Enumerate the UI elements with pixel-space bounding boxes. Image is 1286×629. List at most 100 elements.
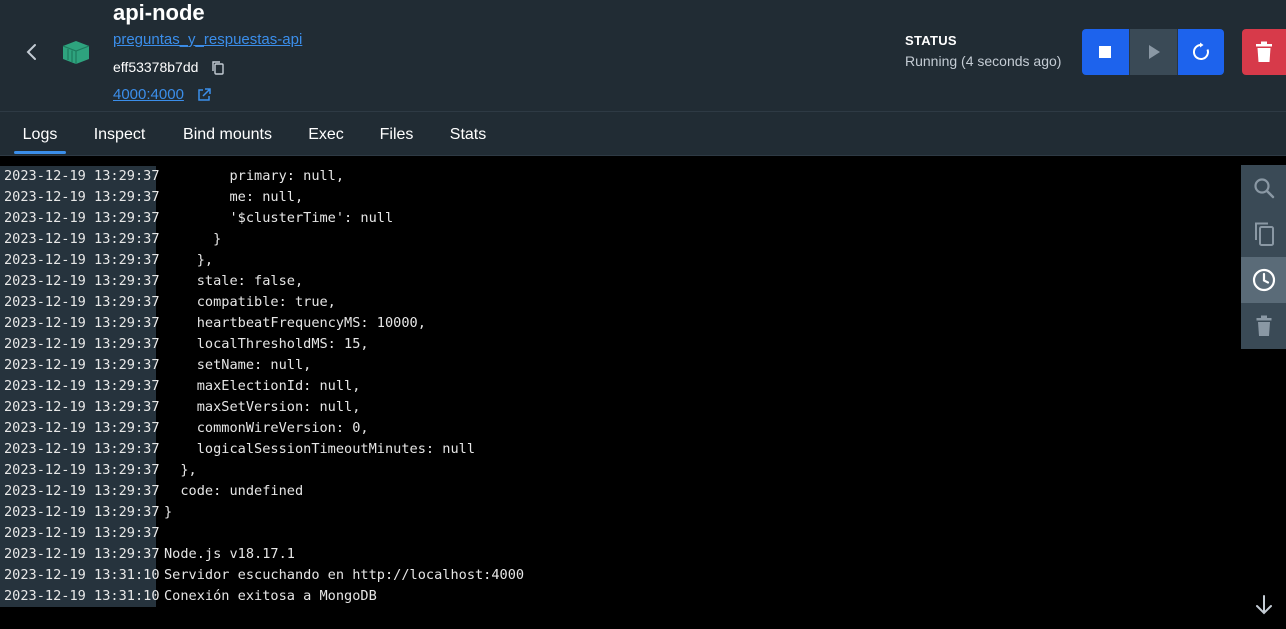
container-id: eff53378b7dd	[113, 59, 199, 75]
search-icon	[1253, 178, 1274, 199]
log-timestamp: 2023-12-19 13:29:37	[0, 166, 160, 187]
log-line: 2023-12-19 13:29:37 primary: null,	[0, 166, 344, 187]
trash-icon	[1256, 41, 1272, 62]
log-message: commonWireVersion: 0,	[164, 420, 369, 436]
back-button[interactable]	[22, 41, 40, 63]
log-message: primary: null,	[164, 168, 345, 184]
log-message: }	[164, 231, 222, 247]
log-timestamp: 2023-12-19 13:31:10	[0, 586, 160, 607]
chevron-left-icon	[26, 44, 36, 60]
log-timestamp: 2023-12-19 13:29:37	[0, 229, 160, 250]
log-timestamp: 2023-12-19 13:29:37	[0, 250, 160, 271]
log-message: code: undefined	[164, 483, 304, 499]
log-message: stale: false,	[164, 273, 304, 289]
log-line: 2023-12-19 13:29:37 commonWireVersion: 0…	[0, 418, 369, 439]
log-line: 2023-12-19 13:29:37 stale: false,	[0, 271, 303, 292]
log-line: 2023-12-19 13:29:37 }	[0, 229, 221, 250]
log-line: 2023-12-19 13:29:37 code: undefined	[0, 481, 303, 502]
log-message: localThresholdMS: 15,	[164, 336, 369, 352]
log-timestamp: 2023-12-19 13:29:37	[0, 313, 160, 334]
restart-icon	[1193, 42, 1210, 60]
stop-icon	[1099, 46, 1112, 58]
container-name: api-node	[113, 0, 205, 25]
container-header: api-node preguntas_y_respuestas-api eff5…	[0, 0, 1286, 112]
copy-logs-button[interactable]	[1241, 211, 1286, 257]
log-message: maxElectionId: null,	[164, 378, 361, 394]
log-timestamp: 2023-12-19 13:31:10	[0, 565, 160, 586]
log-timestamp: 2023-12-19 13:29:37	[0, 292, 160, 313]
external-link-icon[interactable]	[197, 88, 211, 102]
log-message: setName: null,	[164, 357, 312, 373]
log-message: },	[164, 252, 214, 268]
log-timestamp: 2023-12-19 13:29:37	[0, 544, 160, 565]
log-message: heartbeatFrequencyMS: 10000,	[164, 315, 426, 331]
log-line: 2023-12-19 13:29:37 },	[0, 460, 197, 481]
port-link[interactable]: 4000:4000	[113, 86, 184, 104]
log-line: 2023-12-19 13:29:37 localThresholdMS: 15…	[0, 334, 369, 355]
container-controls	[1082, 29, 1224, 75]
play-icon	[1148, 45, 1160, 59]
log-timestamp: 2023-12-19 13:29:37	[0, 355, 160, 376]
log-timestamp: 2023-12-19 13:29:37	[0, 439, 160, 460]
log-line: 2023-12-19 13:29:37 },	[0, 250, 213, 271]
stop-button[interactable]	[1082, 29, 1129, 75]
tab-exec[interactable]: Exec	[303, 112, 349, 155]
toggle-timestamps-button[interactable]	[1241, 257, 1286, 303]
image-link[interactable]: preguntas_y_respuestas-api	[113, 31, 302, 49]
status-label: STATUS	[905, 33, 957, 48]
log-message: me: null,	[164, 189, 304, 205]
search-logs-button[interactable]	[1241, 165, 1286, 211]
log-line: 2023-12-19 13:29:37 maxSetVersion: null,	[0, 397, 360, 418]
log-timestamp: 2023-12-19 13:29:37	[0, 523, 160, 544]
log-message: }	[164, 504, 173, 520]
log-message: maxSetVersion: null,	[164, 399, 361, 415]
copy-icon[interactable]	[211, 60, 225, 76]
log-message: '$clusterTime': null	[164, 210, 394, 226]
log-line: 2023-12-19 13:29:37}	[0, 502, 172, 523]
log-toolbar	[1241, 165, 1286, 349]
clock-icon	[1252, 268, 1275, 292]
log-message: Node.js v18.17.1	[164, 546, 295, 562]
log-line: 2023-12-19 13:29:37 '$clusterTime': null	[0, 208, 393, 229]
scroll-to-bottom-button[interactable]	[1253, 594, 1275, 616]
delete-button[interactable]	[1242, 29, 1286, 75]
log-line: 2023-12-19 13:29:37	[0, 523, 164, 544]
log-viewer[interactable]: 2023-12-19 13:29:37 primary: null, 2023-1…	[0, 156, 1286, 629]
log-timestamp: 2023-12-19 13:29:37	[0, 418, 160, 439]
log-timestamp: 2023-12-19 13:29:37	[0, 271, 160, 292]
restart-button[interactable]	[1178, 29, 1224, 75]
tab-stats[interactable]: Stats	[444, 112, 492, 155]
log-line: 2023-12-19 13:29:37 setName: null,	[0, 355, 311, 376]
arrow-down-icon	[1256, 595, 1272, 615]
tab-inspect[interactable]: Inspect	[88, 112, 151, 155]
tab-logs[interactable]: Logs	[14, 112, 66, 155]
log-timestamp: 2023-12-19 13:29:37	[0, 334, 160, 355]
log-line: 2023-12-19 13:29:37 compatible: true,	[0, 292, 336, 313]
log-line: 2023-12-19 13:29:37 Node.js v18.17.1	[0, 544, 295, 565]
tab-bar: Logs Inspect Bind mounts Exec Files Stat…	[0, 112, 1286, 156]
log-message: },	[164, 462, 197, 478]
log-line: 2023-12-19 13:29:37 logicalSessionTimeou…	[0, 439, 475, 460]
log-message: compatible: true,	[164, 294, 336, 310]
trash-icon	[1256, 315, 1271, 336]
log-message: Servidor escuchando en http://localhost:…	[164, 567, 525, 583]
copy-icon	[1254, 222, 1274, 246]
log-timestamp: 2023-12-19 13:29:37	[0, 187, 160, 208]
log-line: 2023-12-19 13:31:10 Servidor escuchando e…	[0, 565, 524, 586]
log-line: 2023-12-19 13:29:37 maxElectionId: null,	[0, 376, 360, 397]
log-timestamp: 2023-12-19 13:29:37	[0, 376, 160, 397]
start-button[interactable]	[1128, 29, 1179, 75]
log-timestamp: 2023-12-19 13:29:37	[0, 397, 160, 418]
log-message: logicalSessionTimeoutMinutes: null	[164, 441, 475, 457]
log-timestamp: 2023-12-19 13:29:37	[0, 481, 160, 502]
log-timestamp: 2023-12-19 13:29:37	[0, 502, 160, 523]
log-line: 2023-12-19 13:31:10 Conexión exitosa a Mo…	[0, 586, 377, 607]
log-line: 2023-12-19 13:29:37 heartbeatFrequencyMS…	[0, 313, 426, 334]
status-value: Running (4 seconds ago)	[905, 53, 1062, 69]
tab-files[interactable]: Files	[375, 112, 418, 155]
tab-bind-mounts[interactable]: Bind mounts	[178, 112, 277, 155]
log-timestamp: 2023-12-19 13:29:37	[0, 460, 160, 481]
log-message: Conexión exitosa a MongoDB	[164, 588, 377, 604]
clear-logs-button[interactable]	[1241, 303, 1286, 349]
log-line: 2023-12-19 13:29:37 me: null,	[0, 187, 303, 208]
